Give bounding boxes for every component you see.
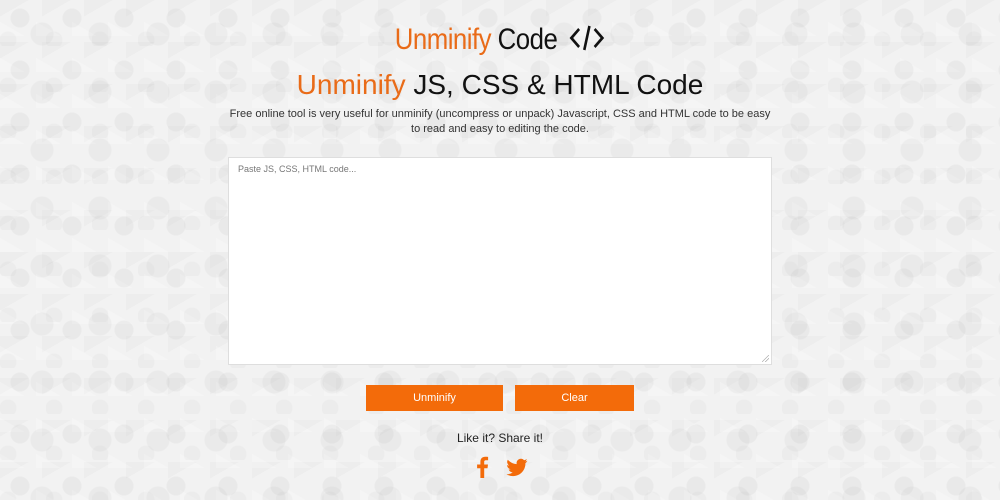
code-editor bbox=[228, 157, 772, 365]
logo-prefix: Unminify bbox=[394, 23, 492, 56]
page-title-accent: Unminify bbox=[296, 69, 406, 100]
share-label: Like it? Share it! bbox=[456, 431, 544, 445]
code-brackets-icon bbox=[569, 20, 605, 56]
logo-suffix: Code bbox=[497, 23, 558, 56]
action-buttons: Unminify Clear bbox=[0, 385, 1000, 411]
logo: Unminify Code bbox=[70, 20, 930, 60]
tool-description: Free online tool is very useful for unmi… bbox=[229, 108, 771, 135]
facebook-icon bbox=[477, 456, 489, 478]
clear-button[interactable]: Clear bbox=[515, 385, 634, 411]
page: Unminify Code Unminify JS, CSS & HTML Co… bbox=[0, 0, 1000, 500]
twitter-share-link[interactable] bbox=[505, 455, 529, 479]
facebook-share-link[interactable] bbox=[470, 455, 494, 479]
page-title-rest: JS, CSS & HTML Code bbox=[405, 69, 704, 100]
social-share bbox=[0, 455, 1000, 479]
unminify-button[interactable]: Unminify bbox=[366, 385, 503, 411]
code-input[interactable] bbox=[229, 158, 771, 364]
page-title: Unminify JS, CSS & HTML Code bbox=[0, 68, 1000, 102]
twitter-icon bbox=[506, 458, 528, 477]
